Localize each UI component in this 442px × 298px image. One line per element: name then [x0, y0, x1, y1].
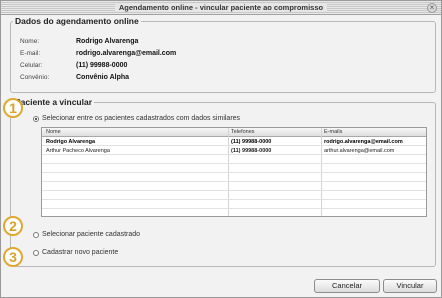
empty-row	[42, 165, 426, 173]
radio-novo-paciente[interactable]	[33, 250, 39, 256]
label-nome: Nome:	[20, 38, 40, 45]
step-badge-3: 3	[3, 247, 23, 267]
step-badge-1: 1	[3, 98, 23, 118]
step-badge-2: 2	[3, 216, 23, 236]
radio-paciente-cadastrado[interactable]	[33, 232, 39, 238]
dialog-window: Agendamento online - vincular paciente a…	[0, 0, 442, 298]
label-convenio: Convênio:	[20, 74, 50, 81]
value-nome: Rodrigo Alvarenga	[76, 38, 139, 45]
cell-telefones: (11) 99988-0000	[231, 147, 272, 154]
col-telefones[interactable]: Telefones	[231, 129, 255, 135]
value-celular: (11) 99988-0000	[76, 62, 128, 69]
empty-row	[42, 201, 426, 209]
table-row[interactable]: Arthur Pacheco Alvarenga (11) 99988-0000…	[42, 147, 426, 155]
cell-emails: rodrigo.alvarenga@email.com	[324, 138, 403, 145]
vincular-button[interactable]: Vincular	[383, 279, 437, 293]
label-paciente-cadastrado[interactable]: Selecionar paciente cadastrado	[42, 231, 140, 238]
dados-legend: Dados do agendamento online	[15, 16, 139, 26]
dados-agendamento-group: Dados do agendamento online	[10, 16, 436, 93]
empty-row	[42, 174, 426, 182]
cancel-button[interactable]: Cancelar	[314, 279, 380, 293]
label-novo-paciente[interactable]: Cadastrar novo paciente	[42, 249, 118, 256]
value-email: rodrigo.alvarenga@email.com	[76, 50, 177, 57]
close-icon[interactable]: ×	[427, 3, 437, 13]
cell-nome: Arthur Pacheco Alvarenga	[46, 147, 110, 154]
window-title: Agendamento online - vincular paciente a…	[1, 3, 441, 12]
cell-emails: arthur.alvarenga@email.com	[324, 147, 395, 154]
label-similares[interactable]: Selecionar entre os pacientes cadastrado…	[42, 115, 240, 122]
label-email: E-mail:	[20, 50, 41, 57]
cell-nome: Rodrigo Alvarenga	[46, 138, 95, 145]
col-nome[interactable]: Nome	[46, 129, 61, 135]
cell-telefones: (11) 99988-0000	[231, 138, 272, 145]
col-emails[interactable]: E-mails	[324, 129, 342, 135]
paciente-legend: Paciente a vincular	[15, 97, 93, 107]
empty-row	[42, 192, 426, 200]
title-bar[interactable]: Agendamento online - vincular paciente a…	[1, 1, 441, 15]
radio-similares[interactable]	[33, 116, 39, 122]
empty-row	[42, 183, 426, 191]
empty-row	[42, 156, 426, 164]
value-convenio: Convênio Alpha	[76, 74, 130, 81]
table-row[interactable]: Rodrigo Alvarenga (11) 99988-0000 rodrig…	[42, 138, 426, 146]
table-header: Nome Telefones E-mails	[42, 128, 426, 137]
label-celular: Celular:	[20, 62, 43, 69]
patients-table: Nome Telefones E-mails Rodrigo Alvarenga…	[41, 127, 427, 217]
